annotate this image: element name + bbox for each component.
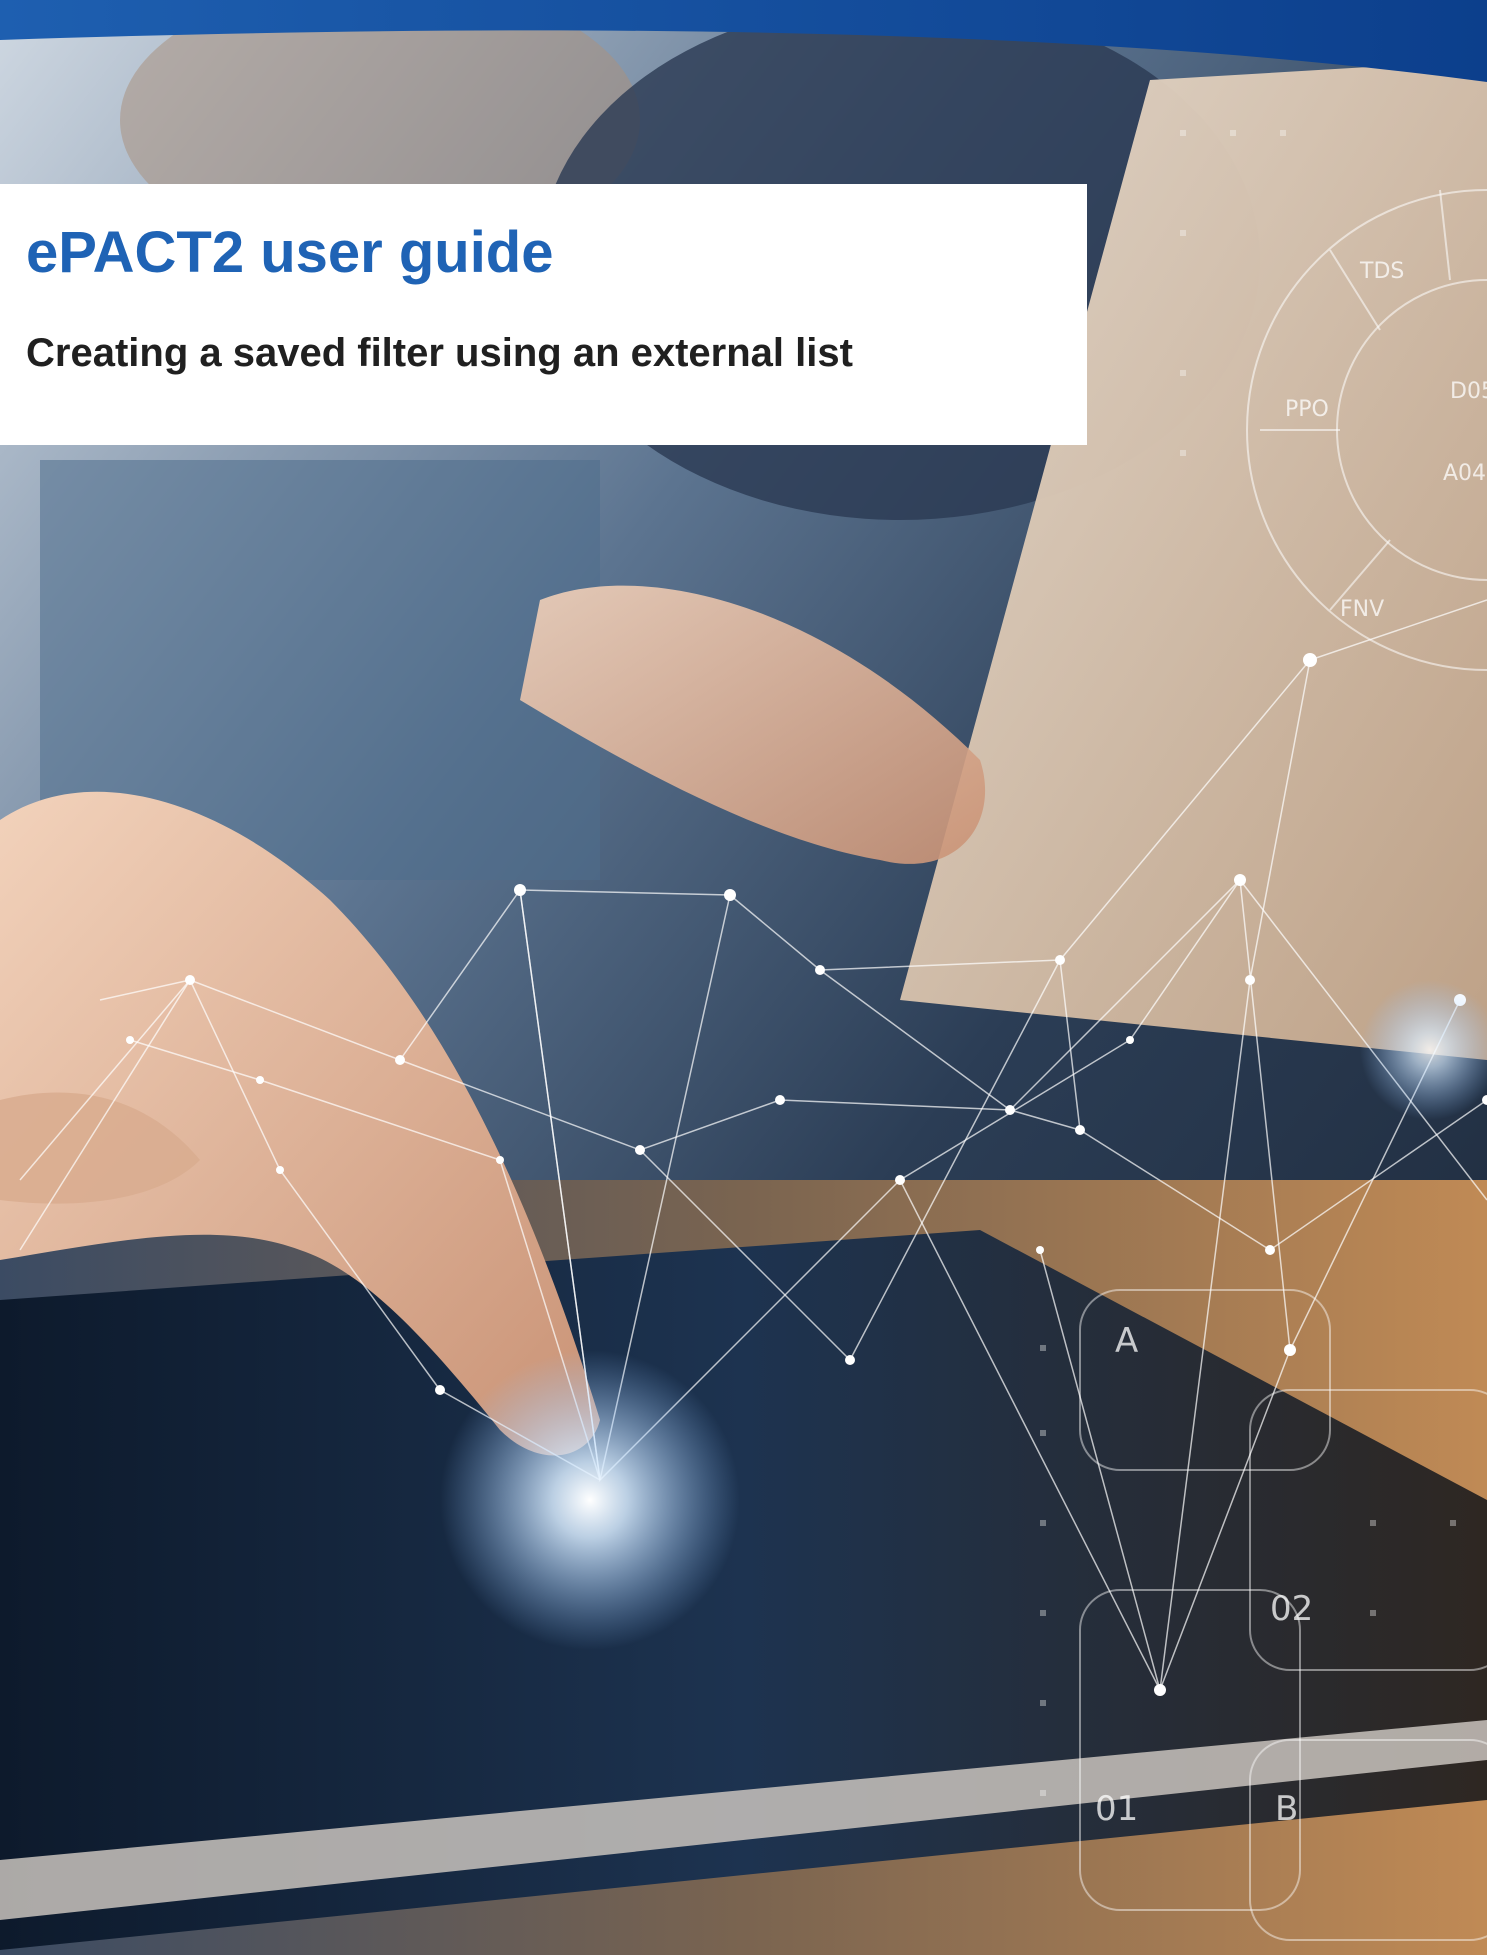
svg-text:A: A (1115, 1321, 1138, 1361)
title-banner: ePACT2 user guide Creating a saved filte… (0, 184, 1087, 445)
svg-text:FNV: FNV (1340, 597, 1384, 622)
cover-page: TDS PPO D05 A04 FNV A 02 01 B (0, 0, 1487, 1955)
svg-text:02: 02 (1270, 1589, 1313, 1629)
document-title: ePACT2 user guide (26, 220, 554, 285)
svg-text:TDS: TDS (1359, 259, 1404, 284)
svg-text:A04: A04 (1443, 461, 1486, 486)
document-subtitle: Creating a saved filter using an externa… (26, 331, 853, 375)
svg-text:01: 01 (1095, 1789, 1138, 1829)
svg-text:D05: D05 (1450, 379, 1487, 404)
svg-text:B: B (1275, 1789, 1298, 1829)
svg-text:PPO: PPO (1285, 397, 1329, 422)
